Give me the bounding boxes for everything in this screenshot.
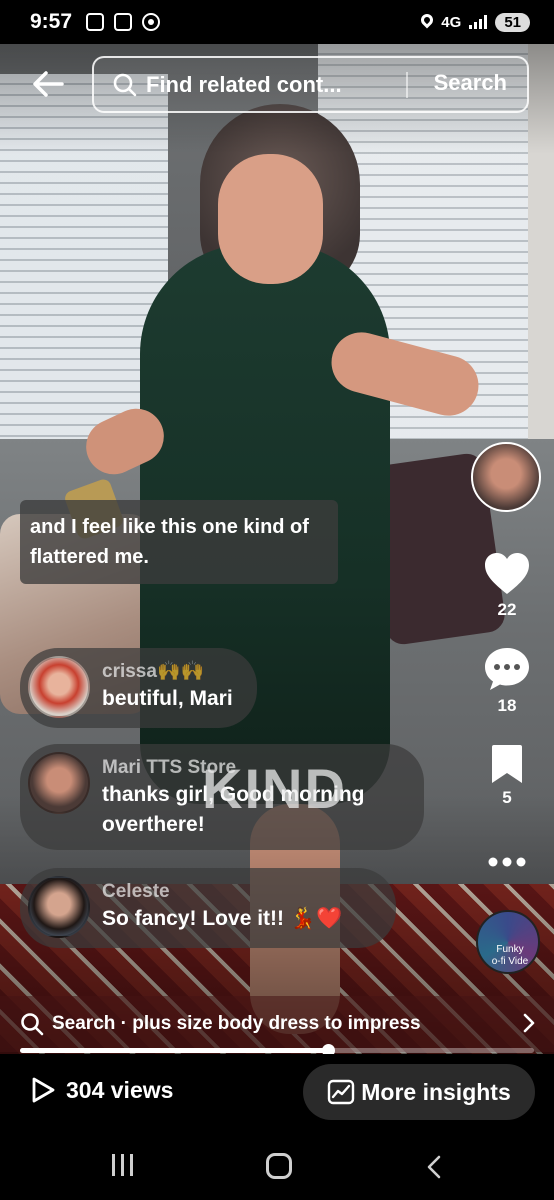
more-options-button[interactable] [478, 852, 536, 872]
heart-icon [485, 553, 529, 594]
like-button[interactable]: 22 [478, 552, 536, 620]
comment-author: crissa🙌🙌 [102, 661, 205, 682]
arrow-left-icon [33, 71, 64, 97]
network-type: 4G [441, 13, 462, 31]
person-face [218, 154, 323, 284]
video-progress-bar[interactable] [20, 1044, 534, 1057]
video-caption: and I feel like this one kind of flatter… [20, 500, 338, 584]
back-button[interactable] [28, 64, 68, 104]
video-text-overlay: KIND [202, 757, 347, 820]
save-button[interactable]: 5 [478, 744, 536, 808]
search-suggestion-text: Search · plus size body dress to impress [52, 1013, 421, 1034]
status-bar: 9:57 4G 51 [0, 0, 554, 44]
video-progress-fill [20, 1048, 329, 1053]
comment-text: beutiful, Mari [102, 687, 233, 710]
search-divider [406, 72, 408, 98]
comment-author: Celeste [102, 881, 170, 902]
system-nav-bar [0, 1134, 554, 1200]
comment-count: 18 [497, 696, 517, 715]
views-count: 304 views [66, 1076, 174, 1103]
play-icon [32, 1077, 55, 1103]
location-icon [421, 14, 433, 30]
signal-icon [469, 15, 488, 29]
recent-apps-button[interactable] [112, 1154, 136, 1178]
commenter-avatar[interactable] [28, 876, 90, 938]
home-button[interactable] [266, 1153, 292, 1179]
app-notification-icon [114, 13, 133, 31]
notification-icons [86, 13, 161, 31]
more-insights-button[interactable]: More insights [303, 1064, 535, 1120]
status-time: 9:57 [30, 10, 73, 33]
battery-level: 51 [495, 12, 530, 32]
screen-record-icon [86, 13, 105, 31]
recents-icon [112, 1154, 115, 1176]
comment-text: So fancy! Love it!! 💃❤️ [102, 907, 343, 930]
music-label: Funky o-fi Vide [491, 944, 529, 967]
bottom-bar: 304 views More insights [0, 1054, 554, 1134]
target-icon [142, 13, 161, 31]
comment-button[interactable]: 18 [478, 646, 536, 716]
chevron-right-icon [523, 1013, 535, 1033]
views-indicator: 304 views [30, 1076, 173, 1104]
search-input[interactable]: Find related cont... [146, 72, 342, 98]
chart-insights-icon [328, 1079, 355, 1105]
status-indicators: 4G 51 [421, 12, 530, 32]
commenter-avatar[interactable] [28, 656, 90, 718]
raising-hands-emoji: 🙌🙌 [156, 661, 205, 682]
search-bar[interactable]: Find related cont... Search [92, 56, 529, 113]
save-count: 5 [502, 788, 512, 807]
comment-item[interactable]: Celeste So fancy! Love it!! 💃❤️ [20, 868, 396, 948]
search-icon [113, 73, 137, 96]
commenter-avatar[interactable] [28, 752, 90, 814]
bookmark-icon [492, 745, 522, 783]
search-suggestion-bar[interactable]: Search · plus size body dress to impress [0, 996, 554, 1052]
like-count: 22 [497, 600, 517, 619]
comment-item[interactable]: crissa🙌🙌 beutiful, Mari [20, 648, 257, 728]
creator-avatar[interactable] [471, 442, 541, 512]
more-insights-label: More insights [361, 1078, 511, 1105]
comment-bubble-icon [485, 648, 529, 690]
search-button[interactable]: Search [434, 70, 507, 96]
system-back-button[interactable] [424, 1154, 444, 1180]
search-icon [21, 1013, 44, 1036]
more-dots-icon [488, 857, 526, 867]
